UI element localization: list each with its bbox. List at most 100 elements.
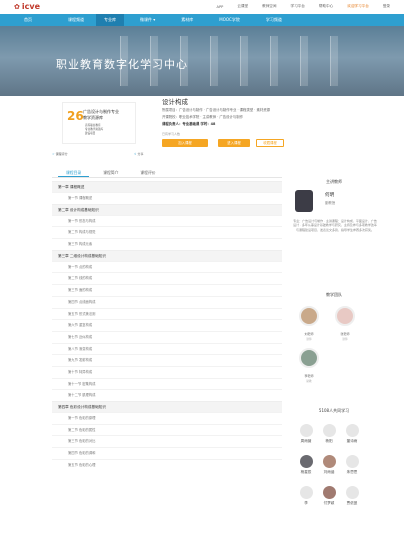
cover-line: 教学资源库 bbox=[83, 115, 103, 120]
logo-icon: ✿ bbox=[14, 2, 20, 11]
learner-avatar[interactable] bbox=[300, 486, 313, 499]
course-info: 所属项目：广告设计与制作 · 广告设计与制作专业 · 课程类型 · 素材资源 bbox=[162, 108, 271, 112]
section-row[interactable]: 第四节 色彩的调和 bbox=[52, 447, 282, 459]
join-course-button[interactable]: 加入课程 bbox=[162, 139, 208, 147]
course-cover: 26 广告设计与制作专业 教学资源库 高等职业教育 专业教学资源库 建设项目 bbox=[62, 102, 136, 144]
nav-item[interactable]: 课程频道 bbox=[60, 14, 92, 26]
section-row[interactable]: 第一节 色彩的原理 bbox=[52, 412, 282, 424]
teacher-title: 副教授 bbox=[325, 201, 336, 205]
learner-avatar[interactable] bbox=[346, 424, 359, 437]
section-row[interactable]: 第十节 特异构成 bbox=[52, 365, 282, 378]
star-icon: ☆ bbox=[52, 152, 55, 156]
section-row[interactable]: 第三节 色彩的对比 bbox=[52, 435, 282, 447]
top-link[interactable]: 云课堂 bbox=[237, 4, 248, 9]
welcome-link[interactable]: 欢迎学习平台 bbox=[347, 4, 369, 9]
tab-reviews[interactable]: 课程评价 bbox=[132, 168, 163, 177]
enter-course-button[interactable]: 进入课程 bbox=[218, 139, 250, 147]
tab-intro[interactable]: 课程简介 bbox=[95, 168, 126, 177]
teacher-name[interactable]: 何明 bbox=[325, 192, 334, 198]
chapter-row[interactable]: 第三章 二维设计构成基础知识 bbox=[52, 249, 282, 261]
section-row[interactable]: 第一节 形态与构成 bbox=[52, 214, 282, 227]
learner-name: 李 bbox=[304, 501, 308, 505]
learner-name: 杨阳 bbox=[325, 439, 333, 443]
nav-item[interactable]: 首页 bbox=[16, 14, 40, 26]
section-row[interactable]: 第二节 构成与视觉 bbox=[52, 226, 282, 238]
learner-avatar[interactable] bbox=[300, 455, 313, 468]
tab-catalog[interactable]: 课程目录 bbox=[58, 168, 90, 177]
rating-link[interactable]: ☆ 课程评分 bbox=[52, 152, 68, 156]
chapter-row[interactable]: 第四章 色彩设计构成基础知识 bbox=[52, 401, 282, 412]
sidebar: 主讲教师 何明 副教授 专业：广告设计与制作 · 主讲课程：设计构成、平面设计、… bbox=[289, 172, 379, 535]
section-row[interactable]: 第十一节 密集构成 bbox=[52, 377, 282, 390]
top-link[interactable]: APP bbox=[217, 5, 224, 9]
learner-avatar[interactable] bbox=[323, 424, 336, 437]
section-row[interactable]: 第五节 色彩的心理 bbox=[52, 458, 282, 471]
learner-avatar[interactable] bbox=[323, 455, 336, 468]
share-link[interactable]: ⇪ 分享 bbox=[134, 152, 144, 156]
section-row[interactable]: 第三节 面的构成 bbox=[52, 284, 282, 296]
nav-item[interactable]: 素材库 bbox=[173, 14, 201, 26]
section-row[interactable]: 第一节 课程概述 bbox=[52, 192, 282, 204]
learner-name: 付梦颖 bbox=[323, 501, 335, 505]
top-bar: ✿ icve APP 云课堂 教师空间 学习平台 帮助中心 欢迎学习平台 登录 bbox=[0, 0, 404, 13]
chapter-row[interactable]: 第二章 设计构成基础知识 bbox=[52, 203, 282, 215]
site-logo[interactable]: ✿ icve bbox=[14, 2, 40, 11]
learner-name: 刘雨涵 bbox=[323, 470, 335, 474]
cover-number: 26 bbox=[67, 109, 84, 123]
top-link[interactable]: 教师空间 bbox=[262, 4, 276, 9]
team-member-role: 讲师 bbox=[306, 338, 312, 341]
course-outline: 第一章 课程概述 第一节 课程概述 第二章 设计构成基础知识 第一节 形态与构成… bbox=[52, 181, 282, 541]
team-avatar[interactable] bbox=[299, 306, 319, 326]
learner-name: 朱思思 bbox=[346, 470, 358, 474]
section-row[interactable]: 第三节 构成元素 bbox=[52, 238, 282, 250]
team-member-name: 刘老师 bbox=[304, 332, 314, 336]
section-row[interactable]: 第六节 重复构成 bbox=[52, 319, 282, 331]
nav-item[interactable]: 微课件 ▾ bbox=[132, 14, 163, 26]
teacher-header: 主讲教师 bbox=[326, 179, 342, 184]
learner-avatar[interactable] bbox=[346, 455, 359, 468]
team-avatar[interactable] bbox=[335, 306, 355, 326]
learner-avatar[interactable] bbox=[346, 486, 359, 499]
main-nav: 首页 课程频道 专业库 微课件 ▾ 素材库 MOOC学院 学习频道 bbox=[0, 14, 404, 26]
learner-count: 已有学习人数 bbox=[162, 132, 181, 136]
chapter-row[interactable]: 第一章 课程概述 bbox=[52, 181, 282, 192]
learner-name: 董诗雨 bbox=[346, 439, 358, 443]
nav-item[interactable]: MOOC学院 bbox=[211, 14, 248, 26]
top-link[interactable]: 帮助中心 bbox=[319, 4, 333, 9]
section-row[interactable]: 第八节 渐变构成 bbox=[52, 342, 282, 355]
chevron-down-icon: ▾ bbox=[153, 17, 156, 22]
learner-avatar[interactable] bbox=[323, 486, 336, 499]
section-row[interactable]: 第九节 发射构成 bbox=[52, 354, 282, 366]
nav-item[interactable]: 学习频道 bbox=[258, 14, 290, 26]
team-header: 教学团队 bbox=[326, 292, 342, 297]
section-row[interactable]: 第一节 点的构成 bbox=[52, 260, 282, 273]
teacher-avatar[interactable] bbox=[295, 190, 313, 212]
top-link[interactable]: 学习平台 bbox=[291, 4, 305, 9]
course-title: 设计构成 bbox=[162, 98, 188, 106]
cover-line: 建设项目 bbox=[85, 132, 96, 135]
section-row[interactable]: 第十二节 肌理构成 bbox=[52, 389, 282, 401]
top-links: APP 云课堂 教师空间 学习平台 帮助中心 欢迎学习平台 登录 bbox=[217, 4, 390, 9]
banner-title: 职业教育数字化学习中心 bbox=[56, 58, 188, 71]
teacher-bio: 专业：广告设计与制作 · 主讲课程：设计构成、平面设计、广告设计 · 多年从事设… bbox=[293, 219, 377, 232]
course-header: 26 广告设计与制作专业 教学资源库 高等职业教育 专业教学资源库 建设项目 设… bbox=[52, 96, 354, 156]
learner-name: 周雨薇 bbox=[300, 439, 312, 443]
team-member-role: 讲师 bbox=[342, 338, 348, 341]
course-info: 开课院校：职业技术学院 · 主讲教师 · 广告设计与制作 bbox=[162, 115, 244, 119]
team-member-role: 助教 bbox=[306, 380, 312, 383]
section-row[interactable]: 第二节 色彩的属性 bbox=[52, 423, 282, 436]
favorite-course-button[interactable]: 收藏课程 bbox=[256, 139, 284, 147]
course-info: 课程负责人：专业基础课 学时：48 bbox=[162, 122, 216, 126]
section-row[interactable]: 第四节 点线面构成 bbox=[52, 295, 282, 308]
login-link[interactable]: 登录 bbox=[383, 4, 390, 9]
learner-avatar[interactable] bbox=[300, 424, 313, 437]
section-row[interactable]: 第二节 线的构成 bbox=[52, 272, 282, 284]
banner: 职业教育数字化学习中心 bbox=[0, 26, 404, 96]
learner-name: 贾依曼 bbox=[346, 501, 358, 505]
section-row[interactable]: 第五节 形式美法则 bbox=[52, 307, 282, 320]
team-member-name: 李老师 bbox=[304, 374, 314, 378]
team-avatar[interactable] bbox=[299, 348, 319, 368]
nav-item-active[interactable]: 专业库 bbox=[96, 14, 124, 26]
section-row[interactable]: 第七节 近似构成 bbox=[52, 330, 282, 343]
learner-name: 杨星辰 bbox=[300, 470, 312, 474]
